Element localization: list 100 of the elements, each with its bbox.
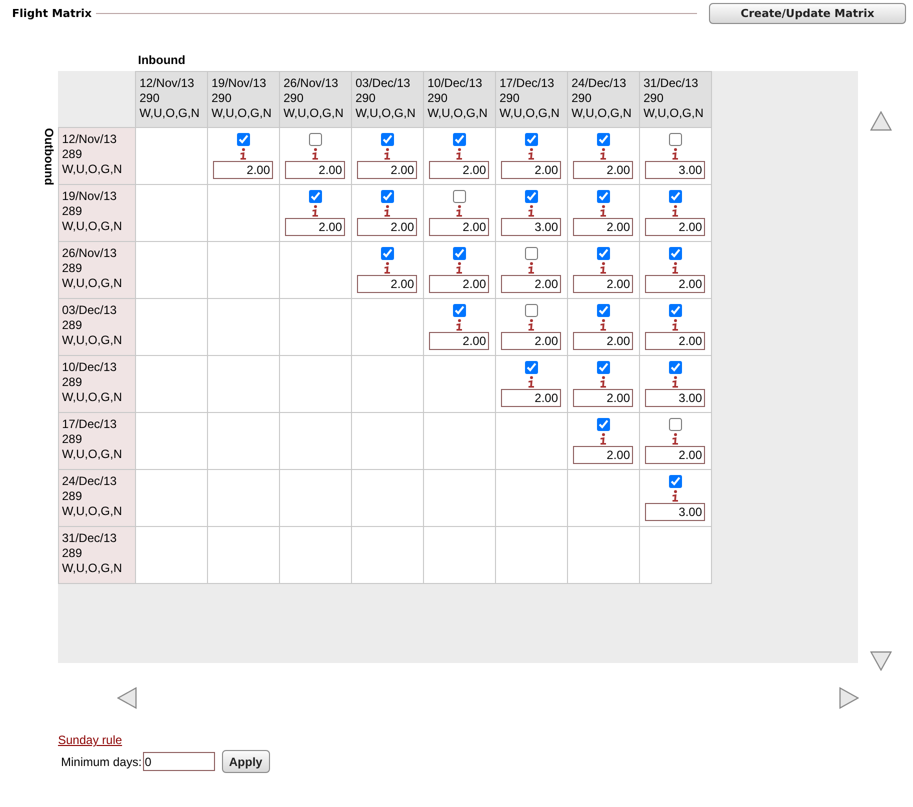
checkbox[interactable] [524,133,538,146]
info-icon[interactable] [311,148,319,160]
checkbox[interactable] [668,133,682,146]
info-icon[interactable] [671,205,679,217]
info-icon[interactable] [527,148,535,160]
price-input[interactable]: 2.00 [645,332,705,350]
price-input[interactable]: 2.00 [501,275,561,293]
info-icon[interactable] [599,376,607,388]
price-input[interactable]: 2.00 [645,446,705,464]
checkbox[interactable] [596,304,610,317]
price-input[interactable]: 2.00 [213,161,273,179]
checkbox[interactable] [452,190,466,203]
price-input[interactable]: 2.00 [645,218,705,236]
scroll-left-arrow-icon[interactable] [117,687,137,709]
price-input[interactable]: 2.00 [573,332,633,350]
checkbox[interactable] [452,247,466,260]
price-input[interactable]: 2.00 [501,332,561,350]
checkbox[interactable] [524,304,538,317]
info-icon[interactable] [599,262,607,274]
info-icon[interactable] [671,262,679,274]
checkbox[interactable] [668,361,682,374]
price-input[interactable]: 2.00 [429,218,489,236]
minimum-days-input[interactable]: 0 [142,752,215,771]
price-input[interactable]: 2.00 [501,389,561,407]
info-icon[interactable] [455,319,463,331]
sunday-rule-link[interactable]: Sunday rule [58,733,122,747]
price-input[interactable]: 2.00 [429,275,489,293]
info-icon[interactable] [599,148,607,160]
info-icon[interactable] [383,262,391,274]
info-icon[interactable] [527,262,535,274]
create-matrix-button[interactable]: Create/Update Matrix [709,3,906,24]
info-icon[interactable] [671,376,679,388]
price-input[interactable]: 2.00 [501,161,561,179]
inbound-flight-header: 10/Dec/13 290 W,U,O,G,N [423,72,495,128]
checkbox[interactable] [596,361,610,374]
checkbox[interactable] [596,247,610,260]
info-icon[interactable] [527,205,535,217]
price-input[interactable]: 2.00 [573,389,633,407]
info-icon[interactable] [455,148,463,160]
price-input[interactable]: 2.00 [573,161,633,179]
price-input[interactable]: 2.00 [573,218,633,236]
checkbox[interactable] [380,133,394,146]
price-input[interactable]: 2.00 [645,275,705,293]
outbound-flight-header: 24/Dec/13 289 W,U,O,G,N [58,470,135,526]
checkbox[interactable] [380,247,394,260]
checkbox[interactable] [596,190,610,203]
checkbox[interactable] [452,304,466,317]
info-icon[interactable] [671,490,679,502]
price-input[interactable]: 2.00 [285,218,345,236]
price-input[interactable]: 2.00 [357,218,417,236]
scroll-up-arrow-icon[interactable] [870,111,892,131]
price-input[interactable]: 2.00 [573,446,633,464]
checkbox[interactable] [380,190,394,203]
price-input[interactable]: 2.00 [429,332,489,350]
checkbox[interactable] [452,133,466,146]
checkbox[interactable] [308,190,322,203]
outbound-flight-header: 31/Dec/13 289 W,U,O,G,N [58,526,135,584]
info-icon[interactable] [671,319,679,331]
info-icon[interactable] [455,205,463,217]
info-icon[interactable] [311,205,319,217]
scroll-down-arrow-icon[interactable] [870,651,892,671]
price-input[interactable]: 2.00 [573,275,633,293]
info-icon[interactable] [455,262,463,274]
checkbox[interactable] [308,133,322,146]
info-icon[interactable] [527,319,535,331]
price-input[interactable]: 2.00 [357,161,417,179]
price-input[interactable]: 2.00 [429,161,489,179]
checkbox[interactable] [668,304,682,317]
info-icon[interactable] [383,148,391,160]
info-icon[interactable] [671,433,679,445]
checkbox[interactable] [236,133,250,146]
info-icon[interactable] [383,205,391,217]
checkbox[interactable] [668,190,682,203]
checkbox[interactable] [596,133,610,146]
section-title: Flight Matrix [12,7,92,20]
info-icon[interactable] [239,148,247,160]
info-icon[interactable] [599,433,607,445]
checkbox[interactable] [668,418,682,431]
price-input[interactable]: 3.00 [645,389,705,407]
info-icon[interactable] [671,148,679,160]
price-input[interactable]: 3.00 [501,218,561,236]
outbound-flight-header: 12/Nov/13 289 W,U,O,G,N [58,128,135,184]
outbound-flight-header: 19/Nov/13 289 W,U,O,G,N [58,184,135,242]
checkbox[interactable] [524,190,538,203]
info-icon[interactable] [527,376,535,388]
info-icon[interactable] [599,205,607,217]
info-icon[interactable] [599,319,607,331]
inbound-flight-header: 19/Nov/13 290 W,U,O,G,N [207,72,279,128]
price-input[interactable]: 3.00 [645,503,705,521]
checkbox[interactable] [596,418,610,431]
price-input[interactable]: 2.00 [357,275,417,293]
checkbox[interactable] [524,247,538,260]
checkbox[interactable] [668,247,682,260]
checkbox[interactable] [524,361,538,374]
price-input[interactable]: 3.00 [645,161,705,179]
apply-button[interactable]: Apply [222,750,270,773]
price-input[interactable]: 2.00 [285,161,345,179]
inbound-label: Inbound [138,53,186,67]
scroll-right-arrow-icon[interactable] [839,687,859,709]
checkbox[interactable] [668,475,682,488]
